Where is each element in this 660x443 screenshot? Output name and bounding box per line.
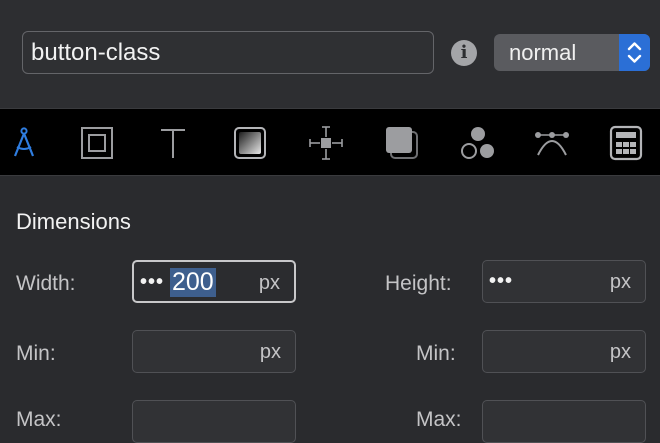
inspector-toolbar — [0, 108, 660, 176]
height-unit: px — [609, 271, 631, 293]
height-menu-icon[interactable]: ••• — [489, 266, 513, 296]
bezier-icon[interactable] — [534, 125, 570, 161]
info-icon[interactable]: i — [451, 40, 477, 66]
width-unit: px — [258, 272, 280, 294]
max-height-field[interactable] — [482, 400, 646, 443]
width-menu-icon[interactable]: ••• — [140, 267, 164, 297]
height-label: Height: — [385, 272, 452, 295]
shadow-icon[interactable] — [384, 125, 420, 161]
width-value[interactable]: 200 — [170, 268, 216, 297]
min-width-unit: px — [259, 341, 281, 363]
compass-icon[interactable] — [6, 125, 42, 161]
min-width-label: Min: — [16, 342, 56, 365]
class-name-input[interactable] — [22, 31, 434, 74]
max-height-label: Max: — [416, 408, 462, 431]
class-header: i normal — [0, 0, 660, 108]
width-field[interactable]: ••• 200 px — [132, 260, 296, 303]
border-icon[interactable] — [79, 125, 115, 161]
state-select-value: normal — [509, 40, 577, 65]
min-height-unit: px — [609, 341, 631, 363]
gradient-icon[interactable] — [232, 125, 268, 161]
min-width-field[interactable]: px — [132, 330, 296, 373]
calculator-icon[interactable] — [608, 125, 644, 161]
text-icon[interactable] — [155, 125, 191, 161]
width-label: Width: — [16, 272, 76, 295]
up-down-chevron-icon — [619, 34, 650, 71]
min-height-field[interactable]: px — [482, 330, 646, 373]
max-width-label: Max: — [16, 408, 62, 431]
max-width-field[interactable] — [132, 400, 296, 443]
circles-icon[interactable] — [460, 125, 496, 161]
height-field[interactable]: ••• px — [482, 260, 646, 303]
state-select[interactable]: normal — [494, 34, 650, 71]
position-icon[interactable] — [308, 125, 344, 161]
min-height-label: Min: — [416, 342, 456, 365]
section-title-dimensions: Dimensions — [16, 209, 131, 234]
